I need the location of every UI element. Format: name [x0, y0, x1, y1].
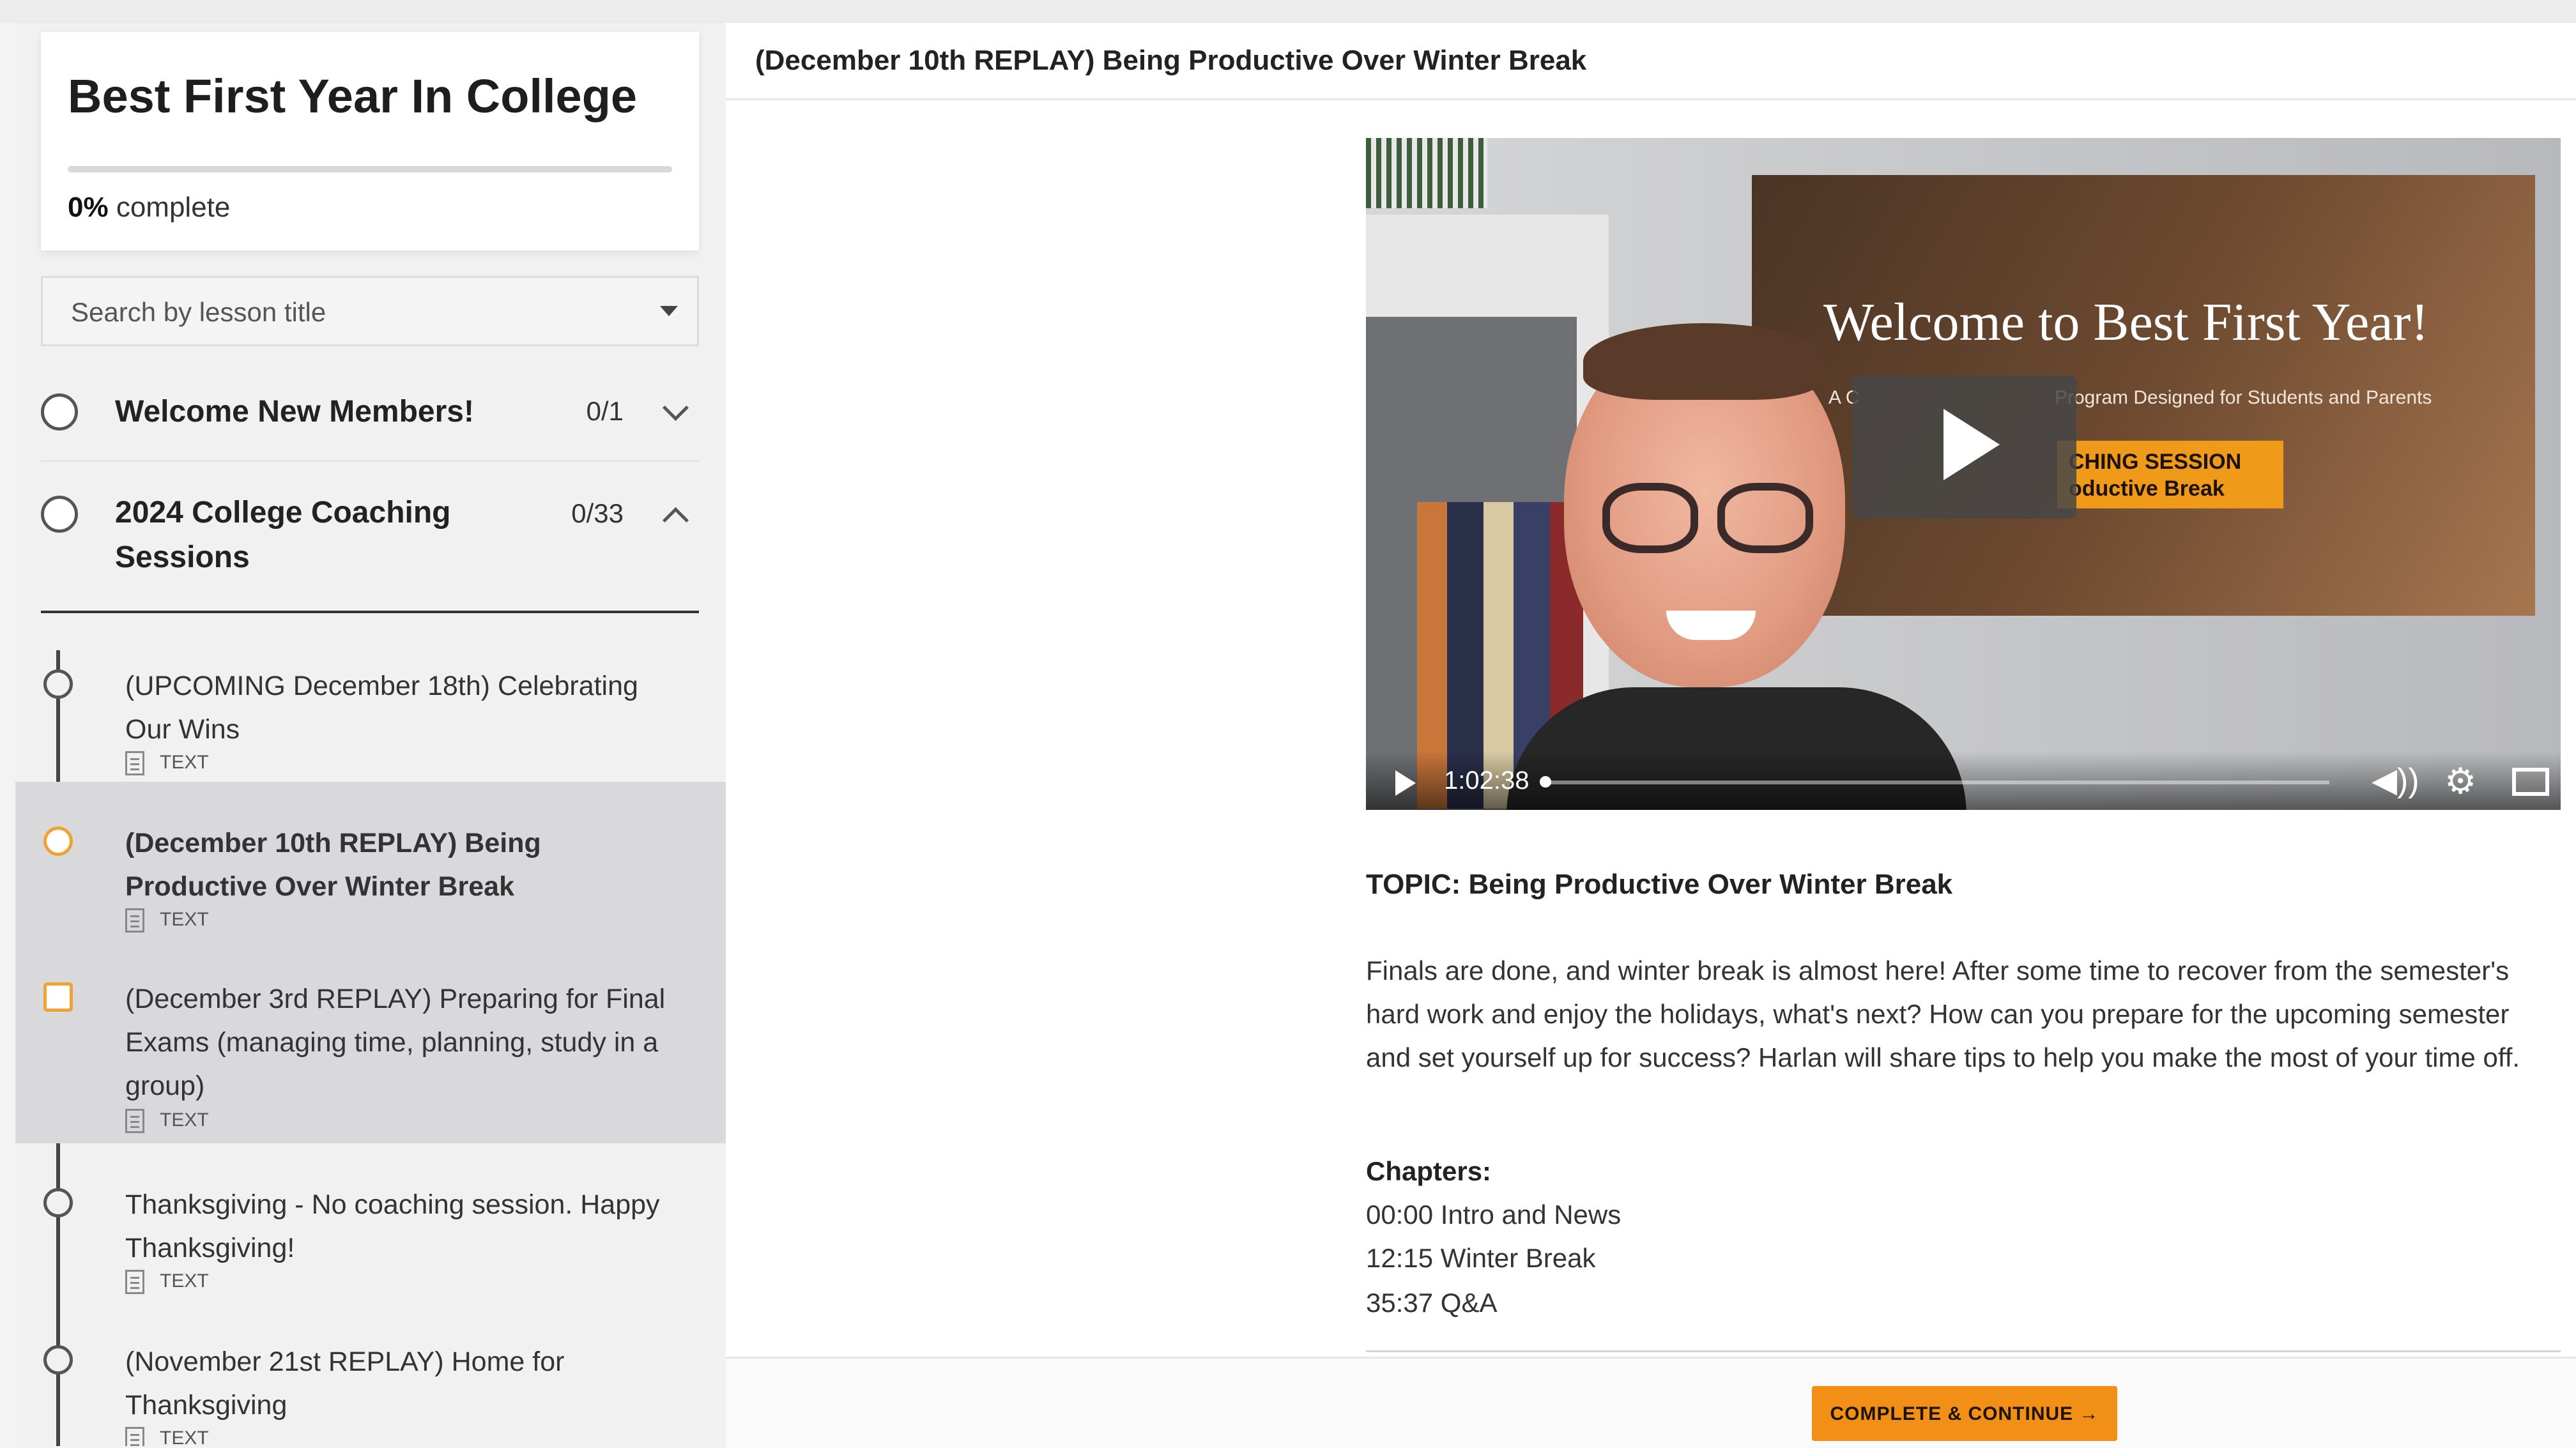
fullscreen-icon[interactable] — [2512, 768, 2549, 796]
lesson-list: (UPCOMING December 18th) Celebrating Our… — [15, 625, 726, 1446]
lesson-type-label: TEXT — [160, 908, 209, 930]
section-2024-college-coaching[interactable]: 2024 College Coaching Sessions 0/33 — [41, 483, 699, 598]
chevron-down-icon[interactable] — [662, 394, 689, 422]
slide-badge: CHING SESSION oductive Break — [2057, 441, 2283, 508]
caret-down-icon — [660, 306, 678, 316]
lesson-title: Thanksgiving - No coaching session. Happ… — [125, 1189, 660, 1263]
document-icon — [125, 908, 144, 933]
search-placeholder: Search by lesson title — [71, 297, 326, 327]
slide-subtitle-end: Program Designed for Students and Parent… — [2055, 387, 2432, 408]
video-player[interactable]: Welcome to Best First Year! A C Program … — [1366, 138, 2561, 810]
presenter-hair — [1583, 323, 1826, 400]
lesson-type-label: TEXT — [160, 1270, 209, 1292]
chapter-item: 00:00 Intro and News — [1366, 1200, 1621, 1230]
lesson-search-dropdown[interactable]: Search by lesson title — [41, 276, 699, 346]
section-count: 0/33 — [571, 498, 624, 528]
glasses-left — [1602, 483, 1698, 553]
chevron-up-icon[interactable] — [662, 507, 689, 534]
empty-circle-icon — [41, 496, 78, 533]
section-title: Welcome New Members! — [115, 395, 474, 429]
lesson-title: (December 3rd REPLAY) Preparing for Fina… — [125, 984, 666, 1101]
video-time: 1:02:38 — [1444, 766, 1529, 795]
lesson-item[interactable]: (December 3rd REPLAY) Preparing for Fina… — [15, 941, 726, 1143]
video-progress-bar[interactable] — [1544, 781, 2329, 784]
section-welcome-new-members[interactable]: Welcome New Members! 0/1 — [41, 381, 699, 451]
lesson-content: (December 10th REPLAY) Being Productive … — [726, 23, 2576, 1448]
empty-circle-icon — [41, 393, 78, 431]
glasses-right — [1717, 483, 1813, 553]
video-controls: 1:02:38 ◀)) ⚙ — [1366, 751, 2561, 810]
lesson-item[interactable]: (UPCOMING December 18th) Celebrating Our… — [15, 625, 726, 782]
big-play-button[interactable] — [1853, 376, 2076, 519]
chapter-item: 12:15 Winter Break — [1366, 1243, 1596, 1273]
lesson-footer — [726, 1357, 2576, 1448]
course-progress-bar — [68, 166, 672, 172]
play-icon — [1943, 409, 2000, 480]
lesson-type-label: TEXT — [160, 751, 209, 773]
browser-top-strip — [0, 0, 2576, 23]
lesson-type-label: TEXT — [160, 1109, 209, 1131]
lesson-status-icon — [43, 982, 73, 1012]
section-divider — [41, 611, 699, 613]
lesson-type-label: TEXT — [160, 1427, 209, 1446]
document-icon — [125, 1109, 144, 1133]
lesson-status-icon — [43, 1345, 73, 1375]
lesson-status-icon — [43, 669, 73, 699]
complete-and-continue-button[interactable]: COMPLETE & CONTINUE → — [1812, 1386, 2117, 1441]
document-icon — [125, 1270, 144, 1294]
lesson-title: (UPCOMING December 18th) Celebrating Our… — [125, 671, 638, 745]
course-sidebar: Best First Year In College 0% complete S… — [15, 23, 726, 1446]
content-divider — [1366, 1350, 2561, 1352]
chapters-heading: Chapters: — [1366, 1156, 1492, 1186]
lesson-item[interactable]: (November 21st REPLAY) Home for Thanksgi… — [15, 1300, 726, 1446]
slide-badge-line1: CHING SESSION — [2069, 450, 2242, 474]
lesson-title: (November 21st REPLAY) Home for Thanksgi… — [125, 1346, 565, 1421]
topic-heading: TOPIC: Being Productive Over Winter Brea… — [1366, 869, 1953, 900]
lesson-title: (December 10th REPLAY) Being Productive … — [125, 828, 541, 902]
lesson-type: TEXT — [125, 1427, 209, 1446]
lesson-type: TEXT — [125, 1109, 209, 1133]
chapter-item: 35:37 Q&A — [1366, 1288, 1498, 1318]
plant-image — [1366, 138, 1487, 208]
lesson-status-icon — [43, 1188, 73, 1217]
video-scrubber-handle[interactable] — [1540, 776, 1551, 788]
document-icon — [125, 1427, 144, 1446]
lesson-header-title: (December 10th REPLAY) Being Productive … — [755, 45, 1587, 76]
section-title: 2024 College Coaching Sessions — [115, 496, 451, 574]
lesson-item-active[interactable]: (December 10th REPLAY) Being Productive … — [15, 782, 726, 941]
lesson-item[interactable]: Thanksgiving - No coaching session. Happ… — [15, 1143, 726, 1300]
progress-label: complete — [108, 192, 231, 223]
section-separator — [41, 461, 699, 462]
slide-badge-line2: oductive Break — [2069, 476, 2225, 501]
course-title: Best First Year In College — [68, 70, 638, 123]
progress-text: 0% complete — [68, 192, 230, 224]
header-divider — [726, 98, 2576, 100]
section-count: 0/1 — [586, 396, 624, 426]
gear-icon[interactable]: ⚙ — [2444, 760, 2476, 802]
progress-percent: 0% — [68, 192, 109, 223]
volume-icon[interactable]: ◀)) — [2372, 761, 2419, 800]
play-icon[interactable] — [1395, 770, 1416, 796]
lesson-type: TEXT — [125, 751, 209, 775]
lesson-type: TEXT — [125, 908, 209, 933]
lesson-description: Finals are done, and winter break is alm… — [1366, 956, 2520, 1072]
lesson-type: TEXT — [125, 1270, 209, 1294]
course-progress-card: Best First Year In College 0% complete — [41, 32, 699, 250]
lesson-status-icon — [43, 827, 73, 856]
document-icon — [125, 751, 144, 775]
